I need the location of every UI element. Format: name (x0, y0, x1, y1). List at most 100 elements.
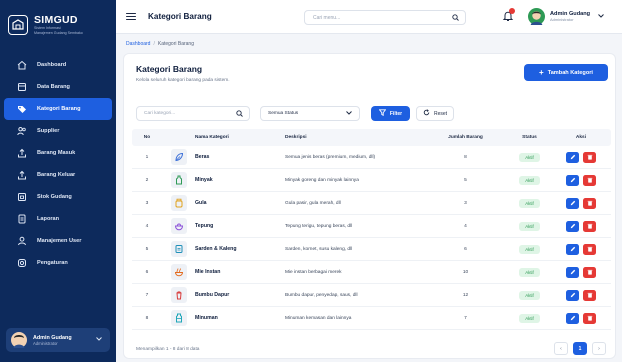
upload-icon (17, 170, 27, 180)
header-no: No (143, 135, 151, 140)
sidebar-user-card[interactable]: Admin Gudang Administrator (6, 328, 110, 352)
notification-bell-icon[interactable] (502, 8, 515, 22)
sidebar-nav: Dashboard Data Barang Kategori Barang Su… (0, 54, 116, 274)
status-select[interactable]: Semua Status (260, 106, 360, 121)
edit-button[interactable] (566, 312, 579, 324)
pencil-icon (570, 246, 575, 252)
row-quantity: 10 (462, 269, 469, 275)
edit-button[interactable] (566, 151, 579, 163)
table-header: No Nama Kategori Deskripsi Jumlah Barang… (132, 129, 611, 146)
row-no: 4 (145, 223, 149, 229)
page-title: Kategori Barang (136, 64, 203, 74)
delete-button[interactable] (583, 151, 596, 163)
status-badge: Aktif (519, 198, 540, 208)
status-badge: Aktif (519, 267, 540, 277)
refresh-icon (423, 109, 430, 118)
table-row: 1 Beras Semua jenis beras (premium, medi… (132, 146, 611, 169)
sidebar-item-kategori-barang[interactable]: Kategori Barang (4, 98, 112, 120)
search-icon (452, 14, 459, 23)
breadcrumb: Dashboard / Kategori Barang (126, 41, 194, 47)
category-search-input[interactable]: Cari kategori... (136, 106, 250, 121)
sidebar-item-stok-gudang[interactable]: Stok Gudang (4, 186, 112, 208)
drink-icon (170, 310, 187, 326)
reset-button[interactable]: Reset (416, 106, 454, 121)
edit-button[interactable] (566, 197, 579, 209)
row-quantity: 8 (464, 154, 467, 160)
brand-name: SIMGUD (34, 13, 78, 26)
menu-toggle-icon[interactable] (126, 12, 136, 21)
trash-icon (587, 269, 592, 275)
sidebar-user-role: Administrator (33, 340, 58, 346)
pagination-page-1[interactable]: 1 (573, 342, 587, 355)
sidebar-item-dashboard[interactable]: Dashboard (4, 54, 112, 76)
pencil-icon (570, 177, 575, 183)
edit-button[interactable] (566, 220, 579, 232)
pagination-next-button[interactable]: › (592, 342, 606, 355)
row-no: 7 (145, 292, 149, 298)
row-description: Mie instan berbagai merek (285, 269, 342, 275)
delete-button[interactable] (583, 266, 596, 278)
row-no: 8 (145, 315, 149, 321)
delete-button[interactable] (583, 174, 596, 186)
row-name: Sarden & Kaleng (195, 246, 237, 252)
sidebar-item-laporan[interactable]: Laporan (4, 208, 112, 230)
edit-button[interactable] (566, 174, 579, 186)
warehouse-logo-icon (8, 14, 28, 35)
sidebar-item-manajemen-user[interactable]: Manajemen User (4, 230, 112, 252)
delete-button[interactable] (583, 312, 596, 324)
table-row: 5 Sarden & Kaleng Sarden, kornet, susu k… (132, 238, 611, 261)
row-description: Sarden, kornet, susu kaleng, dll (285, 246, 353, 252)
menu-search-input[interactable]: Cari menu... (304, 10, 466, 25)
sidebar-item-barang-keluar[interactable]: Barang Keluar (4, 164, 112, 186)
topbar-user-role: Administrator (550, 17, 574, 22)
delete-button[interactable] (583, 243, 596, 255)
trash-icon (587, 315, 592, 321)
sidebar-item-label: Barang Keluar (37, 172, 76, 178)
filter-button-label: Filter (389, 110, 403, 117)
status-badge: Aktif (519, 152, 540, 162)
edit-button[interactable] (566, 289, 579, 301)
status-badge: Aktif (519, 244, 540, 254)
status-badge: Aktif (519, 221, 540, 231)
avatar (528, 8, 545, 25)
sidebar-item-label: Pengaturan (37, 260, 68, 266)
edit-button[interactable] (566, 266, 579, 278)
pagination-info: Menampilkan 1 - 8 dari 8 data (136, 347, 200, 352)
pagination-prev-button[interactable]: ‹ (554, 342, 568, 355)
row-name: Minyak (195, 177, 213, 183)
delete-button[interactable] (583, 197, 596, 209)
users-icon (17, 126, 27, 136)
topbar-user-menu[interactable]: Admin Gudang Administrator (528, 8, 604, 25)
header-action: Aksi (575, 135, 587, 140)
sidebar-item-data-barang[interactable]: Data Barang (4, 76, 112, 98)
row-no: 1 (145, 154, 149, 160)
breadcrumb-home-link[interactable]: Dashboard (126, 41, 150, 47)
trash-icon (587, 200, 592, 206)
edit-button[interactable] (566, 243, 579, 255)
sidebar-item-label: Supplier (37, 128, 60, 134)
sidebar-item-label: Barang Masuk (37, 150, 76, 156)
pencil-icon (570, 292, 575, 298)
filter-button[interactable]: Filter (371, 106, 410, 121)
row-quantity: 6 (464, 246, 467, 252)
sidebar-item-barang-masuk[interactable]: Barang Masuk (4, 142, 112, 164)
sidebar: SIMGUD Sistem Informasi Manajemen Gudang… (0, 0, 116, 362)
delete-button[interactable] (583, 220, 596, 232)
sidebar-item-pengaturan[interactable]: Pengaturan (4, 252, 112, 274)
category-table: No Nama Kategori Deskripsi Jumlah Barang… (132, 129, 611, 330)
row-name: Beras (195, 154, 210, 160)
brand-subtitle-2: Manajemen Gudang Sembako (34, 30, 83, 35)
sidebar-item-label: Data Barang (37, 84, 70, 90)
delete-button[interactable] (583, 289, 596, 301)
add-category-button[interactable]: + Tambah Kategori (524, 64, 608, 81)
status-badge: Aktif (519, 175, 540, 185)
can-icon (170, 241, 187, 257)
sidebar-item-label: Manajemen User (37, 238, 82, 244)
chevron-down-icon (346, 111, 352, 117)
menu-search-placeholder: Cari menu... (313, 14, 341, 21)
brand[interactable]: SIMGUD Sistem Informasi Manajemen Gudang… (0, 0, 116, 40)
row-description: Minyak goreng dan minyak lainnya (285, 177, 359, 183)
row-description: Bumbu dapur, penyedap, saus, dll (285, 292, 358, 298)
bottle-icon (170, 172, 187, 188)
sidebar-item-supplier[interactable]: Supplier (4, 120, 112, 142)
